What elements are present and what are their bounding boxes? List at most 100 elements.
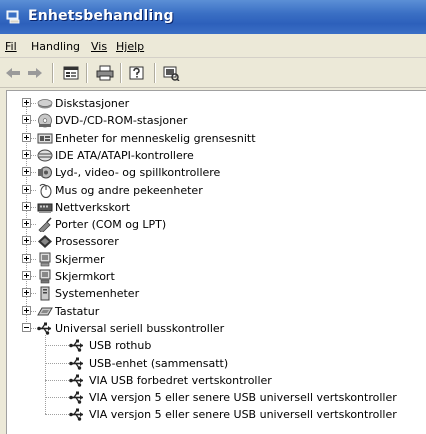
menu-hjelp-label: Hjelp (116, 40, 145, 53)
expand-icon[interactable] (22, 253, 31, 263)
tree-category-label: Tastatur (55, 304, 100, 318)
window-title: Enhetsbehandling (28, 8, 174, 24)
tree-connector-line (45, 414, 69, 416)
expand-icon[interactable] (22, 115, 31, 125)
expand-icon[interactable] (22, 98, 31, 107)
tree-category-label: Skjermkort (55, 270, 115, 283)
monitor-icon (37, 252, 53, 267)
network-card-icon (37, 200, 53, 215)
back-arrow-icon[interactable] (4, 65, 22, 81)
usb-device-row[interactable]: USB rothub (7, 337, 425, 354)
usb-icon (69, 356, 85, 371)
tree-connector-line (45, 345, 69, 347)
menu-handling[interactable]: Handling (31, 40, 80, 53)
mouse-icon (37, 183, 53, 198)
toolbar-separator (120, 63, 122, 83)
tree-category-row[interactable]: Porter (COM og LPT) (7, 216, 425, 234)
ide-controller-icon (37, 148, 53, 163)
tree-category-row[interactable]: Diskstasjoner (7, 95, 425, 112)
hid-icon (37, 131, 53, 146)
toolbar (0, 59, 426, 88)
expand-icon[interactable] (22, 149, 31, 159)
properties-icon[interactable] (62, 65, 80, 81)
menu-hjelp[interactable]: Hjelp (116, 40, 144, 53)
menu-vis-label: Vis (91, 40, 108, 53)
usb-icon (37, 321, 53, 336)
expand-icon[interactable] (22, 167, 31, 177)
expand-icon[interactable] (22, 288, 31, 298)
forward-arrow-icon[interactable] (26, 65, 44, 81)
usb-device-row[interactable]: VIA versjon 5 eller senere USB universel… (7, 406, 425, 423)
cdrom-icon (37, 113, 53, 128)
tree-category-label: Skjermer (55, 252, 105, 266)
system-device-icon (37, 286, 53, 301)
usb-device-label: VIA USB forbedret vertskontroller (89, 373, 272, 387)
tree-category-label: Porter (COM og LPT) (55, 218, 167, 232)
menu-vis[interactable]: Vis (91, 40, 107, 53)
expand-icon[interactable] (22, 271, 31, 280)
menu-bar: Fil Handling Vis Hjelp (0, 37, 426, 58)
expand-icon[interactable] (22, 132, 31, 142)
expand-icon[interactable] (22, 184, 31, 194)
tree-category-label: Nettverkskort (55, 200, 131, 214)
tree-category-row[interactable]: Skjermer (7, 251, 425, 268)
disk-drive-icon (37, 96, 53, 111)
tree-category-row[interactable]: Universal seriell busskontroller (7, 320, 425, 337)
usb-device-label: USB-enhet (sammensatt) (89, 356, 229, 370)
usb-device-label: VIA versjon 5 eller senere USB universel… (89, 408, 397, 422)
tree-category-label: Prosessorer (55, 235, 119, 249)
device-manager-window: Enhetsbehandling Fil Handling Vis Hjelp (0, 0, 426, 434)
tree-category-label: IDE ATA/ATAPI-kontrollere (55, 148, 194, 162)
usb-device-row[interactable]: VIA USB forbedret vertskontroller (7, 372, 425, 389)
expand-icon[interactable] (22, 219, 31, 229)
tree-category-row[interactable]: Tastatur (7, 303, 425, 320)
device-manager-icon (6, 10, 20, 24)
tree-category-label: Enheter for menneskelig grensesnitt (55, 131, 256, 145)
usb-icon (69, 373, 85, 388)
scan-hardware-icon[interactable] (162, 65, 180, 81)
tree-category-row[interactable]: Prosessorer (7, 233, 425, 250)
tree-category-label: DVD-/CD-ROM-stasjoner (55, 114, 188, 128)
usb-device-row[interactable]: VIA versjon 5 eller senere USB universel… (7, 389, 425, 406)
expand-icon[interactable] (22, 236, 31, 246)
usb-device-label: USB rothub (89, 339, 152, 353)
tree-category-row[interactable]: Skjermkort (7, 268, 425, 285)
sound-icon (37, 165, 53, 180)
usb-device-label: VIA versjon 5 eller senere USB universel… (89, 391, 397, 405)
tree-category-label: Diskstasjoner (55, 97, 130, 110)
expand-icon[interactable] (22, 201, 31, 211)
tree-category-row[interactable]: IDE ATA/ATAPI-kontrollere (7, 147, 425, 164)
expand-icon[interactable] (22, 305, 31, 315)
tree-connector-line (45, 397, 69, 399)
title-bar[interactable]: Enhetsbehandling (0, 0, 426, 34)
menu-fil-label: Fil (5, 40, 17, 53)
tree-category-row[interactable]: Lyd-, video- og spillkontrollere (7, 164, 425, 181)
usb-icon (69, 407, 85, 422)
port-icon (37, 217, 53, 234)
tree-category-row[interactable]: Nettverkskort (7, 199, 425, 216)
usb-device-row[interactable]: USB-enhet (sammensatt) (7, 355, 425, 372)
tree-category-row[interactable]: DVD-/CD-ROM-stasjoner (7, 112, 425, 129)
device-tree[interactable]: Diskstasjoner DVD-/CD-ROM-stasjoner Enhete… (6, 90, 426, 434)
print-icon[interactable] (96, 65, 114, 81)
toolbar-separator (86, 63, 88, 83)
toolbar-separator (154, 63, 156, 83)
tree-category-row[interactable]: Enheter for menneskelig grensesnitt (7, 130, 425, 147)
usb-icon (69, 338, 85, 353)
tree-connector-line (45, 362, 69, 365)
tree-category-label: Mus og andre pekeenheter (55, 183, 203, 197)
collapse-icon[interactable] (22, 322, 31, 332)
tree-category-label: Universal seriell busskontroller (55, 321, 225, 335)
keyboard-icon (37, 304, 53, 319)
tree-category-row[interactable]: Systemenheter (7, 285, 425, 302)
usb-icon (69, 390, 85, 405)
tree-category-label: Lyd-, video- og spillkontrollere (55, 166, 221, 180)
help-icon[interactable] (128, 65, 146, 81)
tree-category-label: Systemenheter (55, 287, 140, 301)
tree-connector-line (45, 379, 69, 382)
display-adapter-icon (37, 269, 53, 284)
menu-handling-label: Handling (31, 40, 81, 53)
menu-fil[interactable]: Fil (5, 40, 17, 53)
tree-category-row[interactable]: Mus og andre pekeenheter (7, 182, 425, 199)
toolbar-separator (52, 63, 54, 83)
